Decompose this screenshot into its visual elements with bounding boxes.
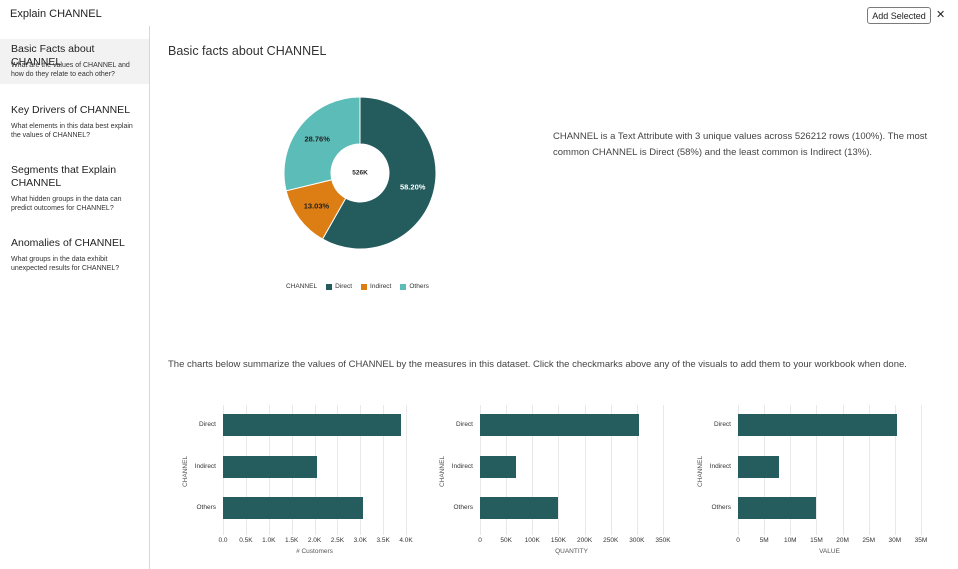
tick-label: 1.5K — [284, 536, 299, 544]
tick-label: 1.0K — [262, 536, 276, 544]
category-label: Direct — [714, 421, 731, 428]
tick-label: 200K — [576, 536, 593, 544]
bar-others[interactable] — [738, 497, 817, 519]
sidebar-item-desc: What are the values of CHANNEL and how d… — [11, 62, 130, 78]
tick-label: 4.0K — [399, 536, 413, 544]
tick-label: 10M — [783, 536, 797, 544]
bar-others[interactable] — [480, 497, 559, 519]
bar-others[interactable] — [223, 497, 363, 519]
tick-label: 2.0K — [307, 536, 322, 544]
tick-label: 50K — [500, 536, 512, 544]
tick-label: 100K — [524, 536, 540, 544]
add-selected-button[interactable]: Add Selected — [867, 7, 931, 24]
legend-item-indirect: Indirect — [370, 283, 392, 290]
y-axis-title: CHANNEL — [182, 455, 189, 487]
legend-title: CHANNEL — [286, 283, 318, 290]
tick-label: 25M — [862, 536, 876, 544]
category-label: Direct — [199, 421, 216, 428]
sidebar-item-title: Anomalies of CHANNEL — [11, 237, 125, 249]
pie-label-indirect: 13.03% — [303, 201, 330, 211]
tick-label: 0 — [478, 536, 482, 544]
bar-direct[interactable] — [223, 414, 402, 436]
x-axis-title: VALUE — [819, 547, 840, 555]
gridline — [663, 405, 664, 535]
tick-label: 250K — [603, 536, 619, 544]
sidebar: Basic Facts about CHANNEL What are the v… — [0, 26, 150, 569]
tick-label: 3.0K — [353, 536, 367, 544]
legend-swatch-direct — [326, 283, 333, 290]
tick-label: 35M — [914, 536, 928, 544]
quantity-bar-chart[interactable]: 0 50K 100K 150K 200K 250K 300K 350K Direct Indire… — [425, 405, 671, 565]
window-title: Explain CHANNEL — [10, 8, 102, 20]
tick-label: 15M — [810, 536, 823, 544]
sidebar-item-desc: What elements in this data best explain … — [11, 123, 133, 139]
legend-item-direct: Direct — [335, 283, 353, 290]
tick-label: 0.5K — [239, 536, 253, 544]
pie-legend: CHANNEL Direct Indirect Others — [286, 283, 429, 290]
channel-description: CHANNEL is a Text Attribute with 3 uniqu… — [553, 131, 928, 158]
category-label: Others — [711, 504, 731, 511]
legend-item-others: Others — [409, 283, 429, 290]
customers-bar-chart[interactable]: 0.0 0.5K 1.0K 1.5K 2.0K 2.5K 3.0K 3.5K 4.0K Direc… — [168, 405, 413, 565]
pie-label-direct: 58.20% — [399, 182, 426, 192]
x-axis-title: # Customers — [296, 547, 333, 555]
sidebar-item-desc: What groups in the data exhibit unexpect… — [11, 256, 120, 272]
legend-swatch-indirect — [361, 283, 368, 290]
bar-indirect[interactable] — [480, 455, 516, 478]
tick-label: 5M — [759, 536, 769, 544]
y-axis-title: CHANNEL — [439, 455, 446, 487]
gridline — [921, 405, 922, 535]
bar-direct[interactable] — [738, 414, 898, 436]
tick-label: 3.5K — [376, 536, 390, 544]
pie-center-label: 526K — [352, 169, 368, 177]
tick-label: 300K — [629, 536, 645, 544]
sidebar-item-title: Key Drivers of CHANNEL — [11, 104, 131, 116]
y-axis-title: CHANNEL — [697, 455, 704, 487]
category-label: Others — [196, 504, 216, 511]
x-axis-title: QUANTITY — [555, 547, 588, 555]
bar-direct[interactable] — [480, 414, 640, 436]
tick-label: 30M — [888, 536, 902, 544]
channel-pie-chart[interactable]: 58.20% 13.03% 28.76% 526K — [270, 88, 450, 268]
pie-slice-others[interactable] — [283, 96, 361, 192]
tick-label: 350K — [655, 536, 671, 544]
summary-text: The charts below summarize the values of… — [168, 359, 907, 370]
tick-label: 150K — [550, 536, 567, 544]
legend-swatch-others — [400, 283, 407, 290]
value-bar-chart[interactable]: 0 5M 10M 15M 20M 25M 30M 35M Direct Indirect Other… — [683, 405, 927, 565]
close-icon[interactable]: ✕ — [936, 9, 945, 21]
tick-label: 0.0 — [218, 536, 228, 544]
sidebar-item-anomalies[interactable]: Anomalies of CHANNEL What groups in the … — [0, 233, 149, 278]
tick-label: 0 — [736, 536, 740, 544]
window-header: Explain CHANNEL Add Selected ✕ — [0, 0, 958, 26]
tick-label: 2.5K — [330, 536, 345, 544]
page-title: Basic facts about CHANNEL — [168, 44, 327, 58]
sidebar-item-key-drivers[interactable]: Key Drivers of CHANNEL What elements in … — [0, 100, 149, 145]
bar-indirect[interactable] — [223, 455, 317, 478]
category-label: Others — [453, 504, 473, 511]
pie-label-others: 28.76% — [304, 134, 330, 144]
tick-label: 20M — [836, 536, 849, 544]
bar-indirect[interactable] — [738, 455, 779, 478]
category-label: Direct — [456, 421, 473, 428]
sidebar-item-basic-facts[interactable]: Basic Facts about CHANNEL What are the v… — [0, 39, 149, 84]
pie-svg — [283, 96, 437, 250]
sidebar-item-segments[interactable]: Segments that Explain CHANNEL What hidde… — [0, 160, 149, 218]
sidebar-item-title: Segments that Explain CHANNEL — [11, 164, 117, 189]
sidebar-item-desc: What hidden groups in the data can predi… — [11, 196, 122, 212]
gridline — [406, 405, 407, 535]
